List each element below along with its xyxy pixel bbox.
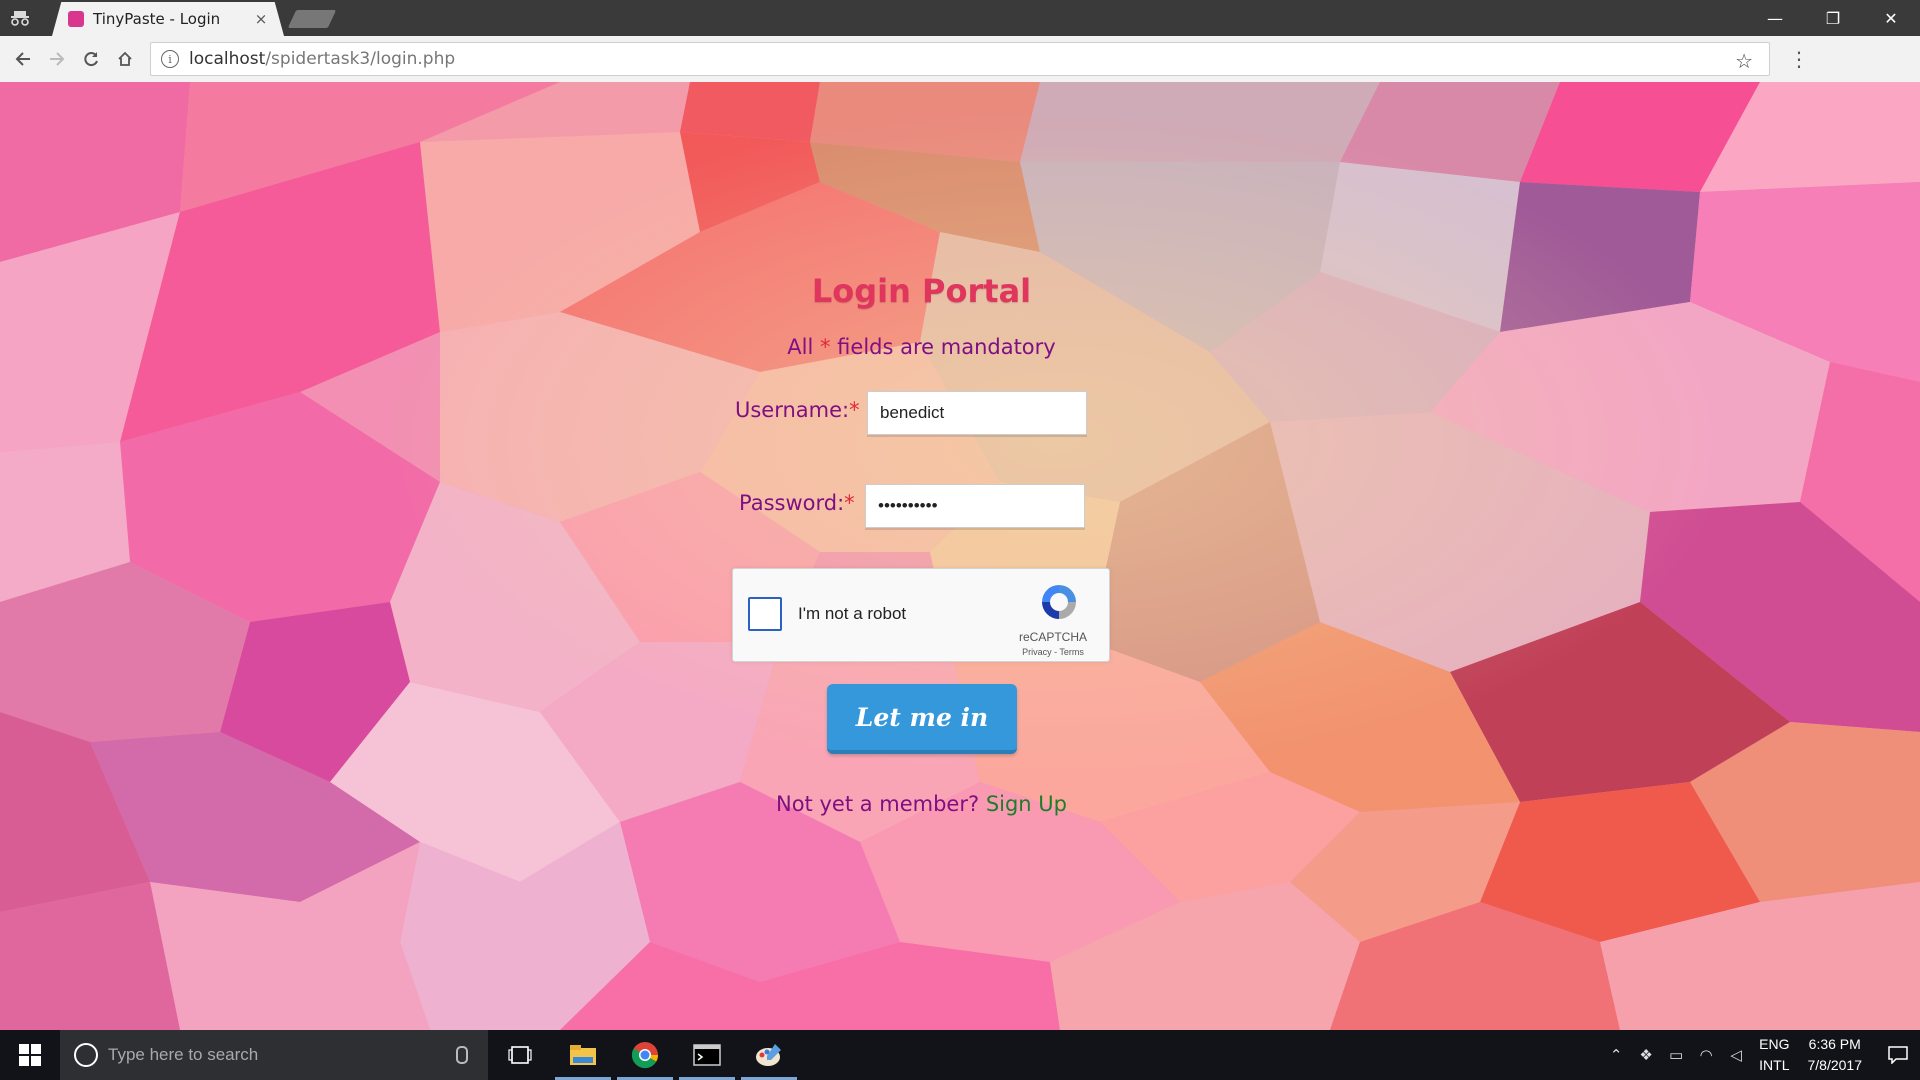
bookmark-star-icon[interactable]: ☆: [1735, 49, 1753, 73]
dropbox-icon[interactable]: ❖: [1631, 1046, 1661, 1064]
let-me-in-button[interactable]: Let me in: [827, 684, 1017, 754]
browser-tab[interactable]: TinyPaste - Login ×: [52, 2, 284, 36]
username-field[interactable]: [867, 391, 1087, 435]
tab-title: TinyPaste - Login: [93, 10, 221, 28]
microphone-icon[interactable]: [456, 1046, 468, 1064]
clock-date: 7/8/2017: [1807, 1057, 1863, 1073]
browser-menu-icon[interactable]: ⋮: [1789, 47, 1809, 71]
wifi-icon[interactable]: ◠: [1691, 1046, 1721, 1064]
password-label: Password:*: [739, 491, 855, 515]
system-tray: ⌃ ❖ ▭ ◠ ◁ ENG INTL 6:36 PM 7/8/2017: [1601, 1030, 1920, 1080]
url-host: localhost: [189, 49, 266, 69]
login-form: Login Portal All * fields are mandatory …: [0, 82, 1920, 1030]
mandatory-suffix: fields are mandatory: [830, 335, 1056, 359]
site-info-icon[interactable]: i: [161, 50, 179, 68]
windows-taskbar: Type here to search ⌃ ❖ ▭ ◠ ◁ ENG INTL 6…: [0, 1030, 1920, 1080]
username-label: Username:*: [735, 398, 860, 422]
windows-logo-icon: [19, 1044, 41, 1066]
tab-close-icon[interactable]: ×: [252, 10, 270, 28]
minimize-button[interactable]: —: [1746, 0, 1804, 36]
file-explorer-icon[interactable]: [553, 1030, 613, 1080]
recaptcha-logo-icon: [1042, 585, 1076, 619]
terminal-icon[interactable]: [677, 1030, 737, 1080]
taskbar-search-box[interactable]: Type here to search: [60, 1030, 488, 1080]
show-hidden-icons-chevron-icon[interactable]: ⌃: [1601, 1046, 1631, 1064]
battery-icon[interactable]: ▭: [1661, 1046, 1691, 1064]
browser-toolbar: i localhost/spidertask3/login.php ☆ ⋮: [0, 36, 1920, 83]
signup-prompt: Not yet a member? Sign Up: [0, 792, 1843, 816]
new-tab-button[interactable]: [287, 10, 337, 28]
input-language[interactable]: ENG INTL: [1759, 1034, 1789, 1076]
restore-button[interactable]: ❐: [1804, 0, 1862, 36]
action-center-icon[interactable]: [1876, 1046, 1920, 1064]
keyboard-layout: INTL: [1759, 1057, 1790, 1073]
required-star: *: [820, 335, 831, 359]
cortana-icon: [74, 1043, 98, 1067]
clock-time: 6:36 PM: [1808, 1036, 1861, 1052]
task-view-icon[interactable]: [490, 1030, 550, 1080]
mandatory-note: All * fields are mandatory: [0, 335, 1843, 359]
page-viewport: Login Portal All * fields are mandatory …: [0, 82, 1920, 1030]
recaptcha-checkbox[interactable]: [748, 597, 782, 631]
close-window-button[interactable]: ✕: [1862, 0, 1920, 36]
username-label-text: Username:: [735, 398, 850, 422]
browser-titlebar: TinyPaste - Login × — ❐ ✕: [0, 0, 1920, 36]
language-code: ENG: [1759, 1036, 1790, 1052]
recaptcha-brand: reCAPTCHA: [1018, 630, 1087, 644]
reload-icon[interactable]: [74, 42, 108, 76]
page-title: Login Portal: [811, 272, 1032, 310]
mandatory-prefix: All: [787, 335, 820, 359]
home-icon[interactable]: [108, 42, 142, 76]
window-controls: — ❐ ✕: [1746, 0, 1920, 36]
clock[interactable]: 6:36 PM 7/8/2017: [1808, 1034, 1863, 1076]
recaptcha-widget: I'm not a robot reCAPTCHA Privacy - Term…: [732, 568, 1110, 662]
search-placeholder: Type here to search: [108, 1045, 259, 1064]
password-label-text: Password:: [739, 491, 845, 515]
recaptcha-label: I'm not a robot: [798, 604, 907, 623]
back-arrow-icon[interactable]: [6, 42, 40, 76]
sign-up-link[interactable]: Sign Up: [986, 792, 1067, 816]
volume-muted-icon[interactable]: ◁: [1721, 1046, 1751, 1064]
paint-icon[interactable]: [739, 1030, 799, 1080]
address-bar[interactable]: i localhost/spidertask3/login.php ☆ ⋮: [150, 42, 1809, 76]
password-required-star: *: [844, 491, 855, 515]
start-button[interactable]: [0, 1030, 60, 1080]
password-field[interactable]: [865, 484, 1085, 528]
tinypaste-favicon-icon: [68, 11, 84, 27]
recaptcha-privacy-terms[interactable]: Privacy - Terms: [1013, 647, 1093, 657]
forward-arrow-icon[interactable]: [40, 42, 74, 76]
incognito-icon: [0, 0, 40, 36]
signup-prompt-text: Not yet a member?: [776, 792, 986, 816]
url-path: /spidertask3/login.php: [265, 49, 456, 69]
username-required-star: *: [849, 398, 860, 422]
chrome-icon[interactable]: [615, 1030, 675, 1080]
